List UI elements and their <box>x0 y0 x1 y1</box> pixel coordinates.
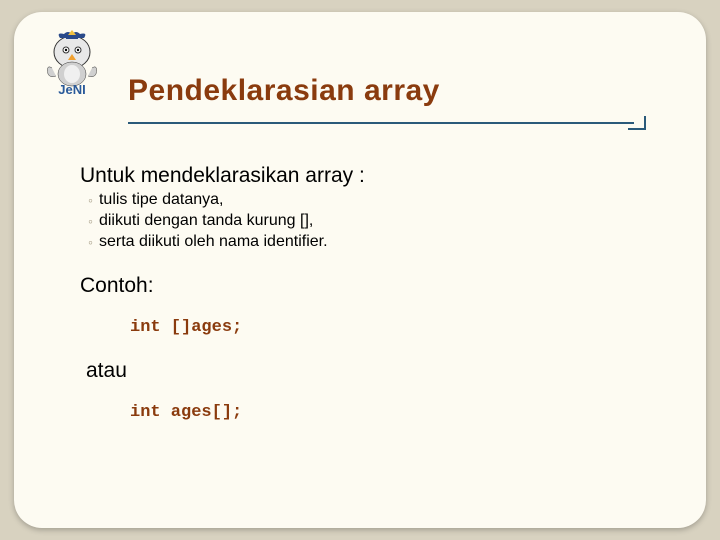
bullet-icon: ◦ <box>88 190 93 211</box>
slide-body: Untuk mendeklarasikan array : ◦ tulis tip… <box>80 164 658 422</box>
code-sample-1: int []ages; <box>130 318 658 337</box>
bullet-icon: ◦ <box>88 211 93 232</box>
bullet-list: ◦ tulis tipe datanya, ◦ diikuti dengan tan… <box>88 190 658 252</box>
slide-card: JeNI Pendeklarasian array Untuk mendekla… <box>14 12 706 528</box>
list-item: ◦ serta diikuti oleh nama identifier. <box>88 232 658 253</box>
example-label: Contoh: <box>80 274 658 298</box>
list-item: ◦ tulis tipe datanya, <box>88 190 658 211</box>
lead-text: Untuk mendeklarasikan array : <box>80 164 658 188</box>
bullet-text: serta diikuti oleh nama identifier. <box>99 232 328 253</box>
slide-title: Pendeklarasian array <box>128 74 658 108</box>
title-underline <box>128 116 658 130</box>
code-sample-2: int ages[]; <box>130 403 658 422</box>
bullet-icon: ◦ <box>88 232 93 253</box>
or-label: atau <box>86 359 658 383</box>
svg-text:JeNI: JeNI <box>58 82 85 97</box>
bullet-text: diikuti dengan tanda kurung [], <box>99 211 313 232</box>
jeni-logo: JeNI <box>42 30 102 102</box>
bullet-text: tulis tipe datanya, <box>99 190 224 211</box>
list-item: ◦ diikuti dengan tanda kurung [], <box>88 211 658 232</box>
